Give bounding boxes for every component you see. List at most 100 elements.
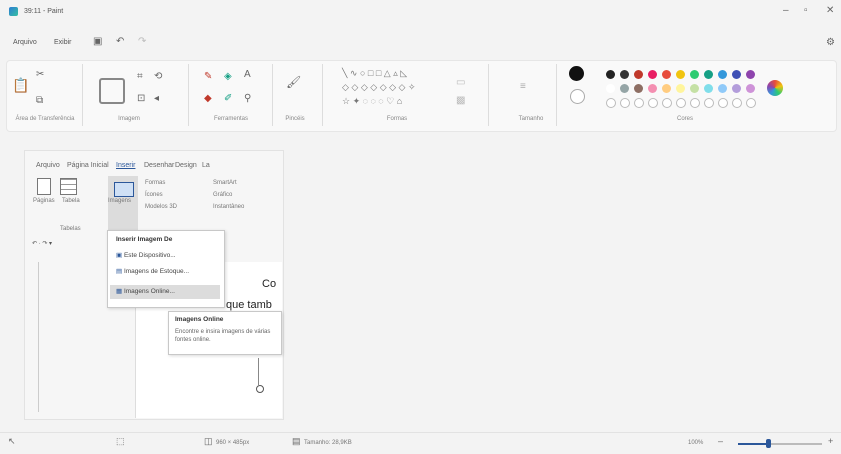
palette-color-swatch[interactable] [606, 84, 615, 93]
group-label-colors: Cores [676, 116, 693, 122]
device-icon: ▣ [116, 252, 124, 259]
custom-color-slot[interactable] [746, 98, 756, 108]
palette-color-swatch[interactable] [732, 84, 741, 93]
word-table-label: Tabela [62, 198, 80, 204]
menu-item-this-device[interactable]: ▣ Este Dispositivo... [110, 249, 220, 263]
palette-color-swatch[interactable] [690, 84, 699, 93]
pencil-icon[interactable]: ✎ [204, 72, 212, 82]
palette-color-swatch[interactable] [620, 70, 629, 79]
menu-item-label: Imagens de Estoque... [123, 268, 189, 275]
custom-color-slot[interactable] [704, 98, 714, 108]
minimize-icon[interactable]: – [783, 6, 789, 16]
word-shapes-label: Formas [145, 180, 166, 186]
crop-icon[interactable]: ⌗ [137, 72, 143, 82]
zoom-slider-fill [738, 443, 768, 445]
palette-color-swatch[interactable] [746, 84, 755, 93]
maximize-icon[interactable]: ▫ [804, 6, 808, 16]
palette-color-swatch[interactable] [718, 70, 727, 79]
line-size-icon[interactable]: ≡ [520, 82, 526, 92]
palette-color-swatch[interactable] [648, 84, 657, 93]
rotate-icon[interactable]: ⟲ [154, 72, 162, 82]
custom-color-slot[interactable] [648, 98, 658, 108]
undo-icon[interactable]: ↶ [116, 37, 124, 47]
magnifier-icon[interactable]: ⚲ [244, 94, 251, 104]
palette-color-swatch[interactable] [648, 70, 657, 79]
status-bar [0, 432, 841, 454]
cut-icon[interactable]: ✂ [36, 70, 44, 80]
close-icon[interactable]: ✕ [826, 6, 834, 16]
palette-color-swatch[interactable] [634, 84, 643, 93]
settings-icon[interactable]: ⚙ [826, 38, 835, 48]
secondary-color-swatch[interactable] [570, 89, 585, 104]
menu-bar: Arquivo Exibir ▣ ↶ ↷ ⚙ [0, 34, 841, 54]
eraser-icon[interactable]: ◆ [204, 94, 212, 104]
outline-icon[interactable]: ▭ [456, 78, 465, 88]
file-size-icon: ▤ [292, 436, 301, 446]
custom-color-slot[interactable] [620, 98, 630, 108]
palette-color-swatch[interactable] [606, 70, 615, 79]
primary-color-swatch[interactable] [569, 66, 584, 81]
zoom-out-icon[interactable]: – [718, 437, 723, 446]
fill-shape-icon[interactable]: ▩ [456, 96, 465, 106]
polygon-shape-icon[interactable]: ◇ ◇ ◇ ◇ ◇ ◇ ◇ ✧ [342, 82, 416, 93]
brush-icon[interactable]: 🖌 [286, 76, 301, 88]
palette-color-swatch[interactable] [662, 70, 671, 79]
divider [322, 64, 323, 126]
save-icon[interactable]: ▣ [93, 37, 102, 47]
menu-file[interactable]: Arquivo [13, 39, 37, 46]
custom-color-slot[interactable] [662, 98, 672, 108]
tooltip-title: Imagens Online [175, 316, 224, 323]
paste-icon[interactable]: 📋 [12, 78, 29, 92]
palette-color-swatch[interactable] [620, 84, 629, 93]
palette-color-swatch[interactable] [704, 70, 713, 79]
custom-color-slot[interactable] [718, 98, 728, 108]
resize-icon[interactable]: ⊡ [137, 94, 145, 104]
custom-color-slot[interactable] [732, 98, 742, 108]
menu-item-stock-images[interactable]: ▤ Imagens de Estoque... [110, 265, 220, 279]
palette-color-swatch[interactable] [732, 70, 741, 79]
palette-color-swatch[interactable] [676, 84, 685, 93]
menu-item-online-images[interactable]: ▦ Imagens Online... [110, 285, 220, 299]
fill-icon[interactable]: ◈ [224, 72, 232, 82]
word-undo-redo-icons: ↶ · ↷ ▾ [32, 241, 53, 247]
text-icon[interactable]: A [244, 70, 251, 80]
palette-color-swatch[interactable] [662, 84, 671, 93]
word-tables-group-label: Tabelas [60, 226, 81, 232]
custom-color-slot[interactable] [690, 98, 700, 108]
palette-color-swatch[interactable] [676, 70, 685, 79]
canvas-size-icon: ◫ [204, 436, 213, 446]
palette-color-swatch[interactable] [704, 84, 713, 93]
stock-image-icon: ▤ [116, 268, 124, 275]
edit-colors-icon[interactable] [767, 80, 783, 96]
group-label-brushes: Pincéis [285, 116, 305, 122]
group-label-tools: Ferramentas [213, 116, 248, 122]
custom-color-slot[interactable] [676, 98, 686, 108]
line-shape-icon[interactable]: ╲ ∿ ○ □ □ △ ▵ ◺ [342, 68, 407, 79]
divider [488, 64, 489, 126]
word-tab-draw: Desenhar [144, 162, 175, 169]
star-shape-icon[interactable]: ☆ ✦ ◌ ◌ ◌ ♡ ⌂ [342, 96, 402, 107]
color-picker-icon[interactable]: ✐ [224, 94, 232, 104]
zoom-slider-thumb[interactable] [766, 439, 771, 448]
custom-color-slot[interactable] [634, 98, 644, 108]
palette-color-swatch[interactable] [690, 70, 699, 79]
word-tab-insert: Inserir [116, 162, 136, 169]
zoom-in-icon[interactable]: + [828, 437, 833, 446]
flip-icon[interactable]: ◂ [154, 94, 159, 104]
copy-icon[interactable]: ⧉ [36, 96, 43, 106]
word-smartart-label: SmartArt [213, 180, 237, 186]
word-image-connector [258, 358, 259, 386]
word-models3d-label: Modelos 3D [145, 204, 178, 210]
paint-app-icon [9, 7, 18, 16]
custom-color-slot[interactable] [606, 98, 616, 108]
palette-color-swatch[interactable] [746, 70, 755, 79]
word-image-handle [256, 385, 264, 393]
select-icon[interactable] [99, 78, 125, 104]
palette-color-swatch[interactable] [718, 84, 727, 93]
palette-color-swatch[interactable] [634, 70, 643, 79]
menu-view[interactable]: Exibir [54, 39, 72, 46]
word-chart-label: Gráfico [213, 192, 233, 198]
cursor-position-icon: ↖ [8, 436, 16, 446]
insert-image-menu-header: Inserir Imagem De [116, 236, 173, 243]
redo-icon[interactable]: ↷ [138, 37, 146, 47]
